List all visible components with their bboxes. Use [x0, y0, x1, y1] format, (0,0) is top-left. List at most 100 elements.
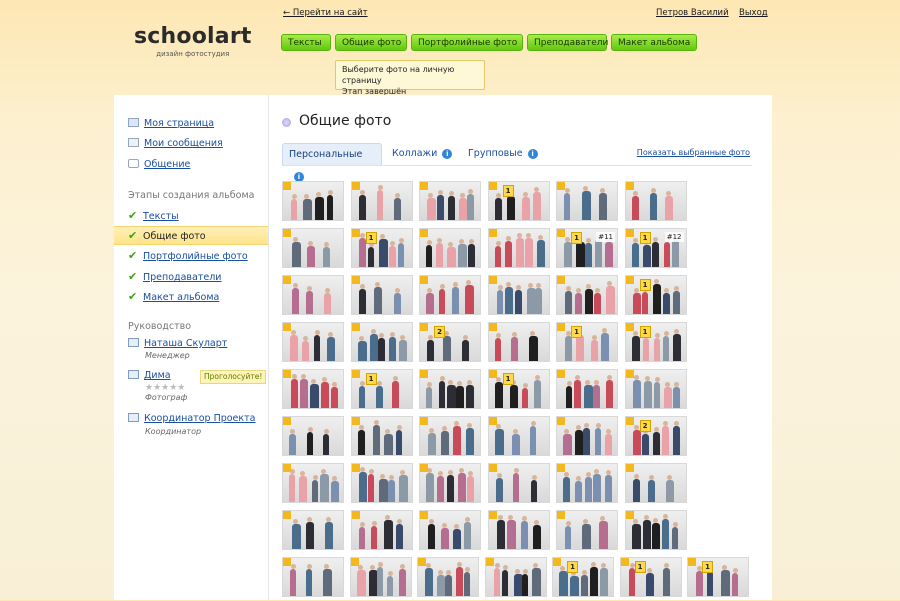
sidebar-stage-general-photos[interactable]: ✔ Общие фото [128, 228, 206, 244]
select-corner-icon[interactable] [351, 511, 360, 519]
photo-thumbnail[interactable] [350, 322, 413, 362]
select-corner-icon[interactable] [557, 323, 565, 331]
select-corner-icon[interactable] [557, 229, 565, 237]
tab-personal[interactable]: Персональныеi [282, 143, 382, 182]
select-corner-icon[interactable] [557, 182, 565, 190]
select-corner-icon[interactable] [420, 182, 428, 190]
select-corner-icon[interactable] [485, 558, 494, 566]
photo-thumbnail[interactable] [419, 463, 481, 503]
select-corner-icon[interactable] [553, 558, 561, 566]
select-corner-icon[interactable] [351, 276, 360, 284]
photo-thumbnail[interactable] [419, 181, 481, 221]
photo-thumbnail[interactable]: 1 #11 [556, 228, 618, 268]
sidebar-item-my-page[interactable]: Моя страница [128, 116, 214, 132]
photo-thumbnail[interactable] [419, 416, 481, 456]
photo-thumbnail[interactable] [419, 510, 481, 550]
photo-thumbnail[interactable] [556, 510, 618, 550]
select-corner-icon[interactable] [420, 511, 428, 519]
select-corner-icon[interactable] [557, 370, 565, 378]
select-corner-icon[interactable] [557, 417, 565, 425]
photo-thumbnail[interactable]: 1 [350, 369, 413, 409]
sidebar-item-chat[interactable]: Общение [128, 157, 190, 173]
photo-thumbnail[interactable] [556, 416, 618, 456]
logo[interactable]: schoolart дизайн фотостудия [134, 24, 252, 58]
nav-tab-texts[interactable]: Тексты [281, 34, 331, 51]
photo-thumbnail[interactable] [282, 510, 344, 550]
photo-thumbnail[interactable] [282, 557, 344, 597]
nav-tab-general-photos[interactable]: Общие фото [335, 34, 407, 51]
select-corner-icon[interactable] [488, 417, 497, 425]
photo-thumbnail[interactable] [556, 369, 618, 409]
select-corner-icon[interactable] [420, 323, 428, 331]
photo-thumbnail[interactable] [282, 322, 344, 362]
select-corner-icon[interactable] [283, 229, 291, 237]
select-corner-icon[interactable] [351, 229, 360, 237]
select-corner-icon[interactable] [625, 511, 634, 519]
select-corner-icon[interactable] [351, 370, 360, 378]
photo-thumbnail[interactable] [350, 510, 413, 550]
photo-thumbnail[interactable] [487, 275, 550, 315]
select-corner-icon[interactable] [488, 511, 497, 519]
nav-tab-teachers[interactable]: Преподаватели [527, 34, 608, 51]
photo-thumbnail[interactable] [624, 463, 687, 503]
manager-contact[interactable]: Наташа Скуларт [128, 336, 227, 352]
photo-thumbnail[interactable]: 1 #12 [624, 228, 687, 268]
select-corner-icon[interactable] [420, 370, 428, 378]
photo-thumbnail[interactable] [419, 275, 481, 315]
select-corner-icon[interactable] [351, 417, 360, 425]
photo-thumbnail[interactable]: 1 [619, 557, 682, 597]
photo-thumbnail[interactable] [349, 557, 412, 597]
photo-thumbnail[interactable] [419, 369, 481, 409]
nav-tab-album-layout[interactable]: Макет альбома [611, 34, 697, 51]
select-corner-icon[interactable] [625, 464, 634, 472]
nav-tab-portfolio-photos[interactable]: Портфолийные фото [411, 34, 523, 51]
photo-thumbnail[interactable]: 1 [552, 557, 614, 597]
photo-thumbnail[interactable] [419, 228, 481, 268]
coordinator-contact[interactable]: Координатор Проекта [128, 411, 256, 427]
photo-thumbnail[interactable] [487, 463, 550, 503]
sidebar-item-messages[interactable]: Мои сообщения [128, 136, 223, 152]
select-corner-icon[interactable] [350, 558, 359, 566]
select-corner-icon[interactable] [418, 558, 426, 566]
photo-thumbnail[interactable] [350, 275, 413, 315]
photo-thumbnail[interactable]: 1 [624, 275, 687, 315]
photo-thumbnail[interactable] [624, 369, 687, 409]
select-corner-icon[interactable] [488, 182, 497, 190]
tab-collages[interactable]: Коллажи i [386, 143, 462, 165]
photo-thumbnail[interactable] [624, 181, 687, 221]
select-corner-icon[interactable] [351, 323, 360, 331]
photo-thumbnail[interactable] [282, 275, 344, 315]
photographer-contact[interactable]: Дима [128, 368, 171, 384]
vote-badge[interactable]: Проголосуйте! [200, 370, 267, 384]
select-corner-icon[interactable] [557, 464, 565, 472]
user-name-link[interactable]: Петров Василий [656, 8, 729, 18]
select-corner-icon[interactable] [283, 558, 291, 566]
photo-thumbnail[interactable] [282, 228, 344, 268]
photo-thumbnail[interactable] [487, 416, 550, 456]
select-corner-icon[interactable] [488, 464, 497, 472]
select-corner-icon[interactable] [283, 464, 291, 472]
photo-thumbnail[interactable] [624, 510, 687, 550]
photo-thumbnail[interactable] [556, 181, 618, 221]
photo-thumbnail[interactable]: 1 [556, 322, 618, 362]
photo-thumbnail[interactable] [282, 369, 344, 409]
select-corner-icon[interactable] [283, 417, 291, 425]
select-corner-icon[interactable] [488, 229, 497, 237]
photo-thumbnail[interactable] [487, 228, 550, 268]
select-corner-icon[interactable] [620, 558, 629, 566]
select-corner-icon[interactable] [420, 229, 428, 237]
select-corner-icon[interactable] [351, 464, 360, 472]
photo-thumbnail[interactable]: 1 [487, 181, 550, 221]
select-corner-icon[interactable] [420, 276, 428, 284]
select-corner-icon[interactable] [625, 229, 634, 237]
logout-link[interactable]: Выход [739, 8, 768, 18]
select-corner-icon[interactable] [283, 323, 291, 331]
select-corner-icon[interactable] [488, 370, 497, 378]
show-selected-link[interactable]: Показать выбранные фото [637, 148, 750, 157]
rating-stars[interactable]: ★★★★★ [145, 383, 185, 393]
tab-group[interactable]: Групповые i [462, 143, 552, 165]
photo-thumbnail[interactable] [350, 463, 413, 503]
photo-thumbnail[interactable] [487, 322, 550, 362]
select-corner-icon[interactable] [420, 417, 428, 425]
select-corner-icon[interactable] [283, 182, 291, 190]
